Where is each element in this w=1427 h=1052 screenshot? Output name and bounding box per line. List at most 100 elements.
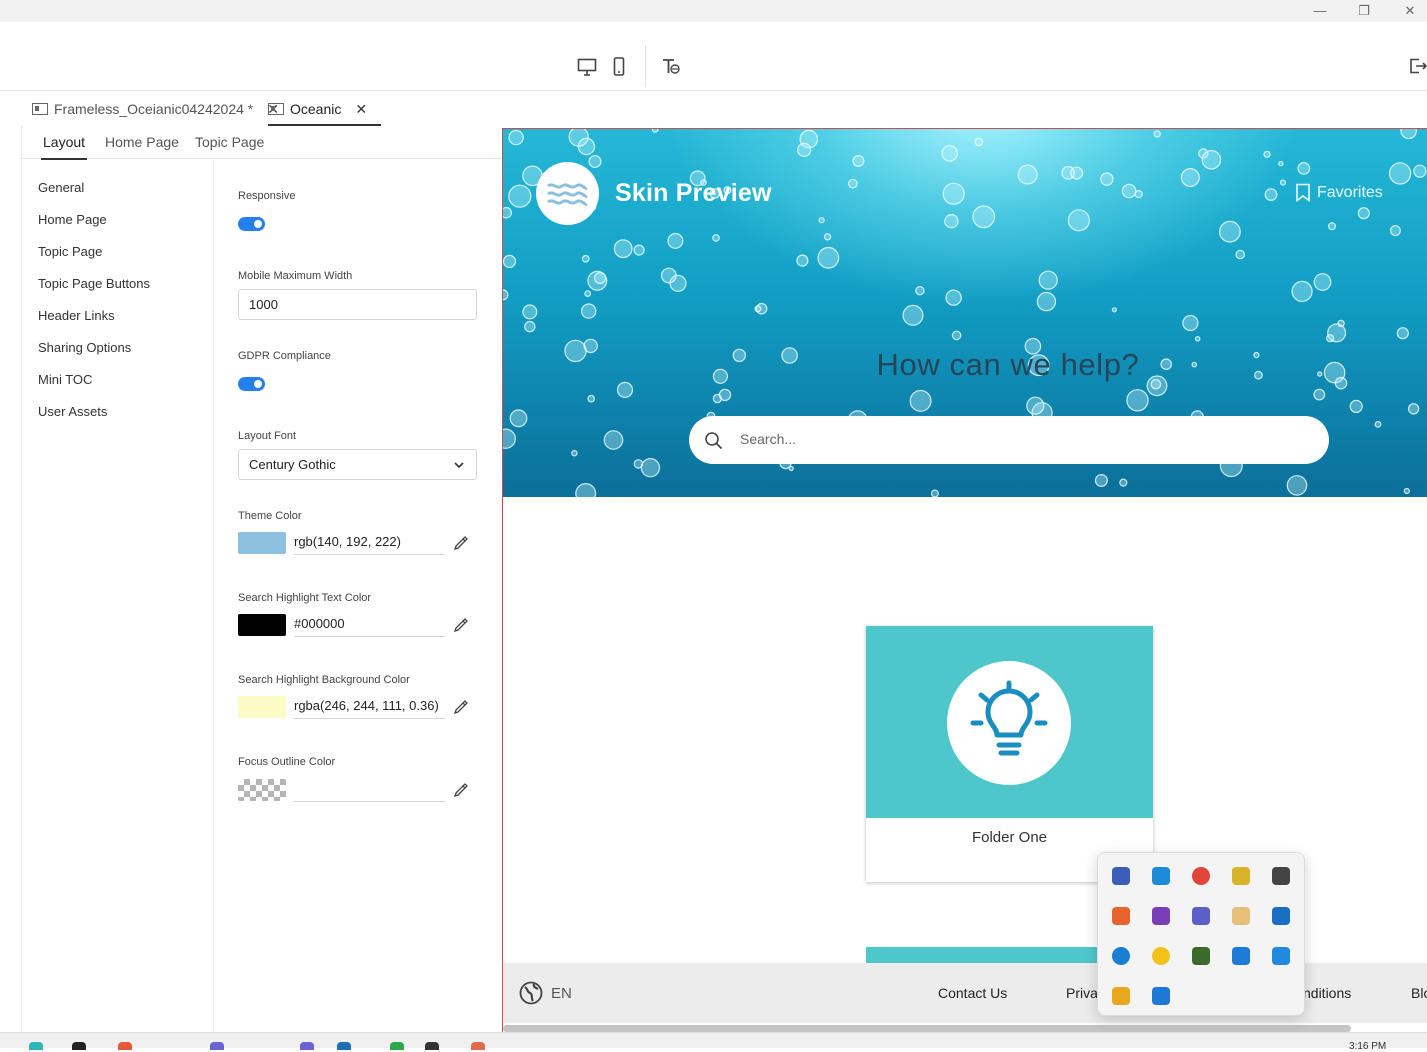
nav-user-assets[interactable]: User Assets: [38, 404, 107, 419]
help-heading: How can we help?: [876, 347, 1140, 382]
favorites-link[interactable]: Favorites: [1295, 183, 1383, 202]
responsive-label: Responsive: [238, 190, 296, 202]
cloud-sync-icon[interactable]: [1272, 867, 1290, 885]
folder-card-label: Folder One: [971, 829, 1048, 846]
settings-tabs: Layout Home Page Topic Page: [22, 126, 502, 160]
eyedropper-icon[interactable]: [453, 782, 469, 798]
nav-topic-page-buttons[interactable]: Topic Page Buttons: [38, 276, 150, 291]
nav-home-page[interactable]: Home Page: [38, 212, 107, 227]
search-box[interactable]: Search...: [689, 416, 1329, 464]
close-tab-icon[interactable]: ✕: [355, 101, 367, 118]
taskbar-app-icon[interactable]: [210, 1042, 224, 1050]
onedrive-icon[interactable]: [1272, 947, 1290, 965]
toolbar: [0, 22, 1427, 91]
highlight-bg-swatch[interactable]: [238, 696, 286, 718]
defender-icon[interactable]: [1232, 947, 1250, 965]
restore-button[interactable]: ❐: [1355, 2, 1373, 20]
bluetooth-icon[interactable]: [1152, 987, 1170, 1005]
nvidia-icon[interactable]: [1192, 947, 1210, 965]
layout-font-select[interactable]: Century Gothic: [238, 449, 477, 480]
footer-link-contact[interactable]: Contact Us: [938, 985, 1007, 1001]
yellow-circle-icon[interactable]: [1152, 947, 1170, 965]
taskbar-app-icon[interactable]: [72, 1042, 86, 1050]
sync-swirl-icon[interactable]: [1112, 947, 1130, 965]
focus-outline-input[interactable]: [294, 777, 445, 802]
nav-mini-toc[interactable]: Mini TOC: [38, 372, 92, 387]
teams-work-icon[interactable]: [1112, 867, 1130, 885]
site-title[interactable]: Skin Preview: [615, 179, 772, 208]
theme-color-input[interactable]: rgb(140, 192, 222): [294, 530, 445, 555]
minimize-button[interactable]: —: [1311, 2, 1329, 20]
lightbulb-icon: [970, 680, 1048, 756]
taskbar-app-icon[interactable]: [425, 1042, 439, 1050]
outlook-icon[interactable]: [1272, 907, 1290, 925]
doc-tab-label: Oceanic: [290, 101, 342, 117]
brave-icon[interactable]: [1112, 907, 1130, 925]
highlight-text-swatch[interactable]: [238, 614, 286, 636]
nav-topic-page[interactable]: Topic Page: [38, 244, 102, 259]
gdpr-toggle[interactable]: [238, 377, 265, 391]
document-tabs: Frameless_Oceianic04242024 * ✕ Oceanic ✕: [22, 92, 502, 126]
mail-icon[interactable]: [1232, 907, 1250, 925]
desktop-preview-icon[interactable]: [577, 58, 597, 76]
eyedropper-icon[interactable]: [453, 617, 469, 633]
nav-header-links[interactable]: Header Links: [38, 308, 115, 323]
language-selector[interactable]: EN: [551, 985, 572, 1002]
taskbar-app-icon[interactable]: [337, 1042, 351, 1050]
focus-outline-label: Focus Outline Color: [238, 756, 336, 768]
layout-font-label: Layout Font: [238, 430, 297, 442]
footer-link-terms[interactable]: nditions: [1303, 985, 1351, 1001]
footer-link-privacy[interactable]: Priva: [1066, 985, 1098, 1001]
responsive-toggle[interactable]: [238, 217, 265, 231]
focus-outline-swatch[interactable]: [238, 779, 286, 801]
nav-sharing-options[interactable]: Sharing Options: [38, 340, 131, 355]
taskbar-app-icon[interactable]: [471, 1042, 485, 1050]
chrome-icon[interactable]: [1192, 867, 1210, 885]
taskbar-app-icon[interactable]: [300, 1042, 314, 1050]
doc-tab-frameless[interactable]: Frameless_Oceianic04242024 * ✕: [32, 92, 279, 126]
highlight-text-color-label: Search Highlight Text Color: [238, 592, 372, 604]
close-window-button[interactable]: ✕: [1401, 2, 1419, 20]
mobile-width-label: Mobile Maximum Width: [238, 270, 353, 282]
chevron-down-icon: [454, 462, 464, 469]
title-bar: — ❐ ✕: [0, 0, 1427, 22]
eyedropper-icon[interactable]: [453, 535, 469, 551]
taskbar-clock[interactable]: 3:16 PM: [1349, 1041, 1386, 1052]
edge-icon[interactable]: [1152, 867, 1170, 885]
tab-topic-page[interactable]: Topic Page: [195, 134, 264, 150]
highlight-text-input[interactable]: #000000: [294, 612, 445, 637]
onenote-icon[interactable]: [1152, 907, 1170, 925]
doc-tab-label: Frameless_Oceianic04242024 *: [54, 101, 254, 117]
taskbar-app-icon[interactable]: [118, 1042, 132, 1050]
footer-link-blog[interactable]: Blo: [1411, 985, 1427, 1001]
exit-preview-icon[interactable]: [1409, 58, 1427, 74]
highlight-bg-input[interactable]: rgba(246, 244, 111, 0.36): [294, 694, 445, 719]
doc-tab-oceanic[interactable]: Oceanic ✕: [268, 92, 382, 126]
left-edge-panel: [0, 126, 22, 1032]
nav-general[interactable]: General: [38, 180, 84, 195]
horizontal-scrollbar[interactable]: [503, 1025, 1351, 1032]
folder-card[interactable]: Folder One: [866, 626, 1153, 882]
logo[interactable]: [536, 162, 599, 225]
mobile-preview-icon[interactable]: [613, 57, 625, 76]
security-shield-icon[interactable]: [1232, 867, 1250, 885]
settings-sidenav: General Home Page Topic Page Topic Page …: [22, 160, 214, 1032]
taskbar-app-icon[interactable]: [29, 1042, 43, 1050]
tab-home-page[interactable]: Home Page: [105, 134, 179, 150]
eyedropper-icon[interactable]: [453, 699, 469, 715]
tab-layout[interactable]: Layout: [40, 134, 88, 160]
search-input[interactable]: Search...: [740, 431, 796, 447]
toolbar-separator: [645, 45, 646, 87]
folder-card-circle: [947, 661, 1071, 785]
taskbar: 3:16 PM: [0, 1032, 1427, 1052]
system-tray-overflow: [1097, 852, 1305, 1016]
taskbar-app-icon[interactable]: [390, 1042, 404, 1050]
text-style-icon[interactable]: [661, 57, 681, 76]
mobile-width-input[interactable]: 1000: [238, 289, 477, 320]
teams-icon[interactable]: [1192, 907, 1210, 925]
theme-color-swatch[interactable]: [238, 532, 286, 554]
weather-icon[interactable]: [1112, 987, 1130, 1005]
skin-file-icon: [268, 103, 284, 115]
globe-icon[interactable]: [519, 981, 543, 1005]
search-icon: [705, 432, 723, 450]
